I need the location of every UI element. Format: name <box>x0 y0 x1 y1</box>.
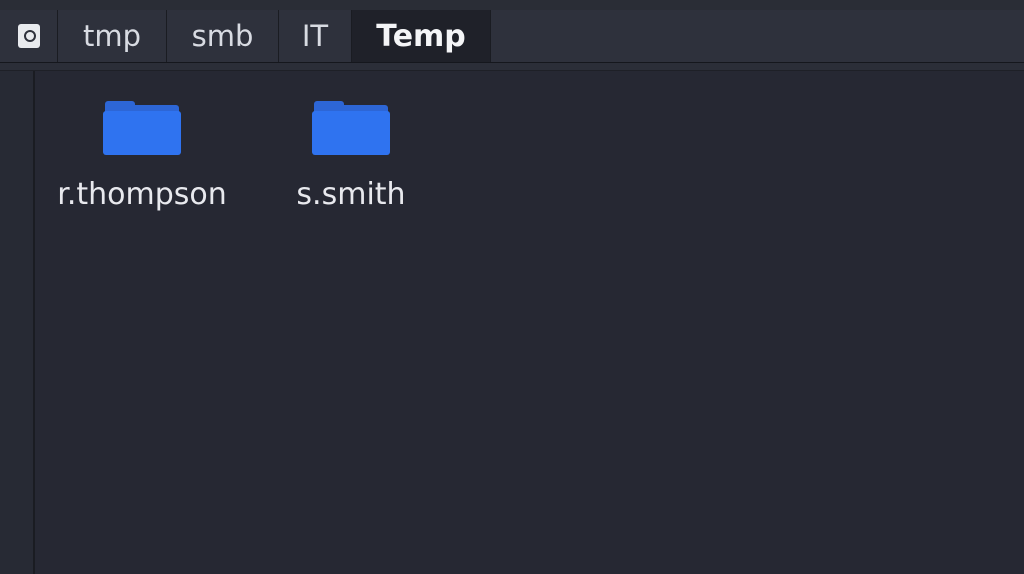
path-crumb-smb[interactable]: smb <box>167 10 279 62</box>
file-item-label: r.thompson <box>57 177 227 212</box>
side-pane[interactable] <box>0 71 35 574</box>
path-root-button[interactable] <box>0 10 58 62</box>
file-item-label: s.smith <box>296 177 406 212</box>
toolbar-separator <box>0 63 1024 71</box>
path-bar: tmp smb IT Temp <box>0 10 1024 63</box>
drive-icon <box>17 24 40 48</box>
path-crumb-it[interactable]: IT <box>279 10 352 62</box>
file-view[interactable]: r.thompson s.smith <box>35 71 1024 574</box>
path-crumb-tmp[interactable]: tmp <box>58 10 167 62</box>
file-item[interactable]: s.smith <box>265 99 437 212</box>
folder-icon <box>103 99 181 157</box>
path-crumb-current[interactable]: Temp <box>352 10 491 62</box>
folder-icon <box>312 99 390 157</box>
file-item[interactable]: r.thompson <box>47 99 237 212</box>
